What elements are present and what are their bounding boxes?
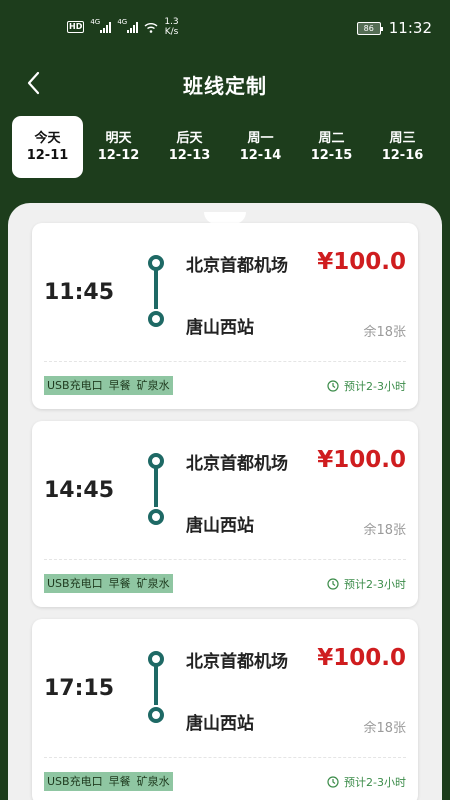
amenity-tag: USB充电口 [47,775,103,788]
amenity-tag: 早餐 [108,577,131,590]
amenity-tag: 早餐 [108,775,131,788]
day-tab-day: 明天 [105,131,132,146]
route-line-icon [147,255,165,327]
signal-icon: 4G [117,18,139,33]
nav-bar: 班线定制 [0,60,450,106]
amenity-tags: USB充电口 早餐 矿泉水 [44,376,173,395]
duration-text: 预计2-3小时 [344,776,406,789]
network-speed: 1.3 K/s [164,17,179,37]
amenity-tags: USB充电口 早餐 矿泉水 [44,772,173,791]
network-label: 4G [117,18,128,26]
trip-duration: 预计2-3小时 [327,774,406,790]
wifi-icon [144,23,158,33]
amenity-tag: USB充电口 [47,577,103,590]
day-tab-day-after[interactable]: 后天 12-13 [154,116,225,178]
amenity-tag: 矿泉水 [136,775,170,788]
trip-card[interactable]: 14:45 北京首都机场 唐山西站 ¥100.0 余18张 USB充电口 早餐 … [32,421,418,607]
amenity-tag: 早餐 [108,379,131,392]
battery-icon: 86 [356,21,383,35]
amenity-tag: 矿泉水 [136,379,170,392]
ticket-price: ¥100.0 [317,645,406,671]
destination-station: 唐山西站 [186,318,254,338]
day-tab-day: 周二 [318,131,345,146]
ticket-price: ¥100.0 [317,447,406,473]
seats-left: 余18张 [363,721,406,736]
day-tab-date: 12-16 [381,148,424,163]
hd-badge: HD [67,21,85,33]
day-tab-wednesday[interactable]: 周三 12-16 [367,116,438,178]
day-tab-day: 周一 [247,131,274,146]
duration-text: 预计2-3小时 [344,380,406,393]
day-tab-day: 今天 [34,131,61,146]
card-divider [44,559,406,560]
day-tab-date: 12-14 [239,148,282,163]
departure-time: 17:15 [44,676,115,701]
day-tab-date: 12-15 [310,148,353,163]
trip-card[interactable]: 11:45 北京首都机场 唐山西站 ¥100.0 余18张 USB充电口 早餐 … [32,223,418,409]
origin-station: 北京首都机场 [186,652,288,672]
amenity-tag: 矿泉水 [136,577,170,590]
signal-icon: 4G [90,18,112,33]
clock-icon [327,776,339,788]
clock-icon [327,380,339,392]
status-left: HD 4G 4G 1.3 K/s [67,17,179,37]
day-tab-tomorrow[interactable]: 明天 12-12 [83,116,154,178]
card-divider [44,757,406,758]
trip-duration: 预计2-3小时 [327,378,406,394]
day-tab-monday[interactable]: 周一 12-14 [225,116,296,178]
day-tab-day: 后天 [176,131,203,146]
departure-time: 14:45 [44,478,115,503]
day-tab-date: 12-12 [97,148,140,163]
amenity-tags: USB充电口 早餐 矿泉水 [44,574,173,593]
seats-left: 余18张 [363,523,406,538]
trip-duration: 预计2-3小时 [327,576,406,592]
page-title: 班线定制 [183,74,267,98]
status-bar: HD 4G 4G 1.3 K/s 86 11:32 [0,0,450,58]
departure-time: 11:45 [44,280,115,305]
day-tabs: 今天 12-11 明天 12-12 后天 12-13 周一 12-14 周二 1… [12,116,442,178]
destination-station: 唐山西站 [186,714,254,734]
clock-icon [327,578,339,590]
clock: 11:32 [388,19,432,37]
day-tab-date: 12-13 [168,148,211,163]
route-line-icon [147,651,165,723]
status-right: 86 11:32 [356,19,432,37]
day-tab-day: 周三 [389,131,416,146]
seats-left: 余18张 [363,325,406,340]
destination-station: 唐山西站 [186,516,254,536]
route-line-icon [147,453,165,525]
trip-card[interactable]: 17:15 北京首都机场 唐山西站 ¥100.0 余18张 USB充电口 早餐 … [32,619,418,800]
origin-station: 北京首都机场 [186,454,288,474]
network-label: 4G [90,18,101,26]
card-divider [44,361,406,362]
amenity-tag: USB充电口 [47,379,103,392]
day-tab-tuesday[interactable]: 周二 12-15 [296,116,367,178]
duration-text: 预计2-3小时 [344,578,406,591]
origin-station: 北京首都机场 [186,256,288,276]
ticket-price: ¥100.0 [317,249,406,275]
day-tab-today[interactable]: 今天 12-11 [12,116,83,178]
day-tab-date: 12-11 [26,148,69,163]
